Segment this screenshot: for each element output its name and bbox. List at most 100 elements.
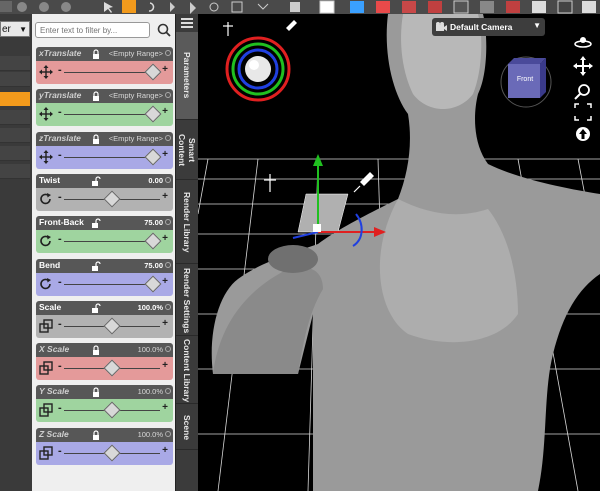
slider-value[interactable]: <Empty Range> [109,49,163,58]
options-icon[interactable] [165,388,171,395]
rotate-sphere-widget[interactable] [223,20,297,102]
zoom-icon[interactable] [574,84,590,100]
decrement-button[interactable]: - [58,106,62,118]
decrement-button[interactable]: - [58,191,62,203]
orbit-icon[interactable] [574,37,592,48]
transform-gizmo[interactable] [292,154,386,247]
home-icon[interactable] [576,127,590,141]
increment-button[interactable]: + [162,402,168,413]
slider-value[interactable]: <Empty Range> [109,91,163,100]
slider-value[interactable]: 100.0% [138,303,163,312]
list-item[interactable] [0,110,30,125]
parameter-slider[interactable]: Y Scale 100.0% - + [36,385,173,423]
increment-button[interactable]: + [162,64,168,75]
lock-icon[interactable] [91,176,101,186]
tab-parameters[interactable]: Parameters [176,32,198,120]
lock-icon[interactable] [91,430,101,440]
tab-scene[interactable]: Scene [176,406,198,450]
menu-icon[interactable] [181,18,193,28]
left-panel-dropdown[interactable]: er ▼ [0,21,30,37]
increment-button[interactable]: + [162,191,168,202]
slider-body[interactable]: - + [36,145,173,169]
slider-body[interactable]: - + [36,314,173,338]
increment-button[interactable]: + [162,106,168,117]
slider-value[interactable]: 100.0% [138,345,163,354]
parameter-slider[interactable]: Z Scale 100.0% - + [36,427,173,465]
slider-knob[interactable] [144,105,162,123]
parameter-slider[interactable]: zTranslate <Empty Range> - + [36,131,173,169]
options-icon[interactable] [165,430,171,437]
decrement-button[interactable]: - [58,64,62,76]
decrement-button[interactable]: - [58,276,62,288]
options-icon[interactable] [165,303,171,310]
lock-icon[interactable] [91,134,101,144]
slider-body[interactable]: - + [36,103,173,127]
lock-icon[interactable] [91,49,101,59]
lock-icon[interactable] [91,387,101,398]
slider-body[interactable]: - + [36,230,173,254]
list-item[interactable] [0,146,30,161]
tab-render-settings[interactable]: Render Settings [176,266,198,336]
parameter-slider[interactable]: Twist 0.00- + [36,173,173,211]
slider-value[interactable]: 100.0% [138,387,163,396]
options-icon[interactable] [165,134,171,141]
lock-icon[interactable] [91,345,101,356]
slider-knob[interactable] [103,190,121,208]
slider-body[interactable]: - + [36,357,173,381]
slider-body[interactable]: - + [36,187,173,211]
slider-value[interactable]: <Empty Range> [109,134,163,143]
viewport-3d[interactable]: Front Default Camera ▼ [198,14,600,491]
slider-knob[interactable] [144,148,162,166]
search-icon[interactable] [156,22,172,38]
parameter-slider[interactable]: Front-Back 75.00- + [36,216,173,254]
parameter-slider[interactable]: Scale 100.0% - + [36,300,173,338]
toolbar-icon-strip[interactable] [0,0,596,14]
parameter-slider[interactable]: yTranslate <Empty Range> - + [36,89,173,127]
lock-icon[interactable] [91,91,101,102]
increment-button[interactable]: + [162,318,168,329]
light-icon[interactable] [264,174,276,192]
list-item[interactable] [0,72,30,87]
slider-knob[interactable] [144,275,162,292]
tab-render-library[interactable]: Render Library [176,182,198,264]
slider-value[interactable]: 75.00 [144,218,163,227]
tab-content-library[interactable]: Content Library [176,338,198,404]
options-icon[interactable] [165,346,171,353]
parameter-slider[interactable]: Bend 75.00- + [36,258,173,296]
slider-value[interactable]: 0.00 [148,176,163,185]
slider-knob[interactable] [103,359,121,377]
options-icon[interactable] [165,176,171,183]
list-item[interactable] [0,164,30,179]
filter-input[interactable] [35,22,150,38]
list-item-selected[interactable] [0,92,30,106]
slider-body[interactable]: - + [36,441,173,465]
pin-icon[interactable] [353,172,374,193]
slider-knob[interactable] [103,444,121,462]
increment-button[interactable]: + [162,445,168,456]
decrement-button[interactable]: - [58,149,62,161]
slider-knob[interactable] [144,232,162,250]
decrement-button[interactable]: - [58,445,62,457]
list-item[interactable] [0,128,30,143]
increment-button[interactable]: + [162,360,168,371]
camera-selector[interactable]: Default Camera ▼ [432,18,545,36]
slider-knob[interactable] [103,317,121,335]
slider-value[interactable]: 75.00 [144,261,163,270]
options-icon[interactable] [165,50,171,56]
options-icon[interactable] [165,219,171,226]
parameter-slider[interactable]: xTranslate <Empty Range> - + [36,47,173,84]
increment-button[interactable]: + [162,233,168,244]
pan-icon[interactable] [573,56,593,76]
slider-value[interactable]: 100.0% [138,430,163,439]
options-icon[interactable] [165,92,171,99]
increment-button[interactable]: + [162,276,168,287]
lock-icon[interactable] [91,260,101,271]
tab-smart-content[interactable]: Smart Content [176,122,198,180]
decrement-button[interactable]: - [58,318,62,330]
lock-icon[interactable] [91,218,101,229]
slider-knob[interactable] [144,63,162,81]
frame-icon[interactable] [574,103,592,121]
slider-body[interactable]: - + [36,399,173,423]
decrement-button[interactable]: - [58,233,62,245]
decrement-button[interactable]: - [58,360,62,372]
